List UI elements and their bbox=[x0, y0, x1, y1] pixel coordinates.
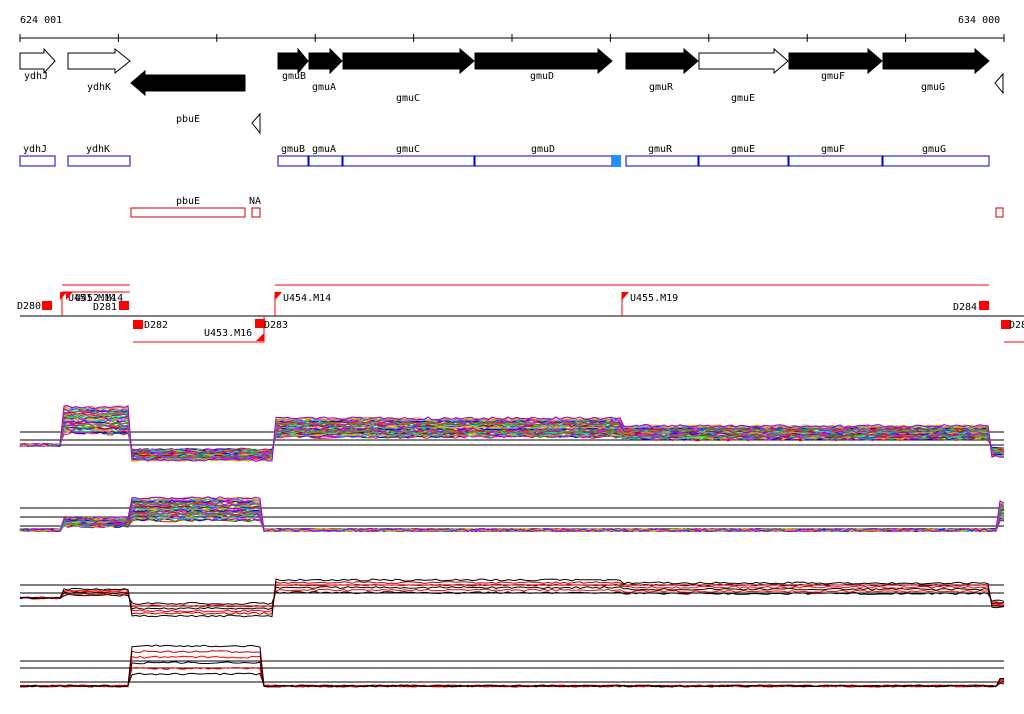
segment-D281[interactable]: D281 bbox=[93, 301, 129, 313]
cds-box-gmuC[interactable]: gmuC bbox=[342, 144, 475, 167]
gene-label-gmuD: gmuD bbox=[530, 71, 554, 82]
segment-D28[interactable]: D28 bbox=[1001, 320, 1024, 331]
svg-text:D28: D28 bbox=[1009, 320, 1024, 331]
coord-end: 634 000 bbox=[958, 15, 1000, 26]
gene-arrow-gmuE[interactable]: gmuE bbox=[698, 47, 789, 104]
svg-text:gmuB: gmuB bbox=[281, 144, 305, 155]
cds-box-gmuA[interactable]: gmuA bbox=[308, 144, 343, 167]
segmentation-track: D280 U451.M14 U452.M14 D281 D282 U453.M1… bbox=[17, 284, 1024, 343]
expression-track-3 bbox=[19, 578, 1005, 618]
gene-arrow-gmuC[interactable]: gmuC bbox=[342, 47, 475, 104]
svg-text:gmuF: gmuF bbox=[821, 144, 845, 155]
svg-text:NA: NA bbox=[249, 196, 261, 207]
cds-box-gmuF[interactable]: gmuF bbox=[788, 144, 883, 167]
segment-D283[interactable]: D283 bbox=[255, 319, 288, 331]
gene-label-ydhJ: ydhJ bbox=[24, 71, 48, 82]
svg-text:U453.M16: U453.M16 bbox=[204, 328, 252, 339]
gene-arrow-ydhK[interactable]: ydhK bbox=[67, 47, 131, 93]
expression-track-4 bbox=[19, 644, 1005, 688]
terminator-marker-icon bbox=[251, 112, 261, 135]
gene-label-gmuC: gmuC bbox=[396, 93, 420, 104]
rna-box-NA[interactable]: NA bbox=[249, 196, 261, 218]
segment-U453[interactable]: U453.M16 bbox=[204, 328, 264, 341]
cds-box-gmuR[interactable]: gmuR bbox=[625, 144, 699, 167]
expression-track-1 bbox=[19, 404, 1005, 462]
segment-U454[interactable]: U454.M14 bbox=[275, 292, 331, 304]
cds-box-gmuD[interactable]: gmuD bbox=[474, 144, 621, 167]
gene-label-ydhK: ydhK bbox=[87, 82, 111, 93]
segment-D282[interactable]: D282 bbox=[133, 320, 168, 331]
gene-arrow-gmuR[interactable]: gmuR bbox=[625, 47, 699, 93]
terminator-marker-right-icon bbox=[994, 72, 1004, 95]
gene-arrow-ydhJ[interactable]: ydhJ bbox=[19, 47, 56, 82]
gene-label-pbuE: pbuE bbox=[176, 114, 200, 125]
svg-text:pbuE: pbuE bbox=[176, 196, 200, 207]
rna-box-right[interactable] bbox=[995, 207, 1004, 218]
svg-text:gmuG: gmuG bbox=[922, 144, 946, 155]
svg-text:U455.M19: U455.M19 bbox=[630, 293, 678, 304]
svg-text:ydhK: ydhK bbox=[86, 144, 110, 155]
gene-label-gmuB: gmuB bbox=[282, 71, 306, 82]
svg-text:gmuE: gmuE bbox=[731, 144, 755, 155]
cds-marker bbox=[612, 155, 621, 167]
gene-track: ydhJ ydhK pbuE gmuB gmuA gmuC gmuD gmuR … bbox=[19, 47, 1004, 135]
segment-D284[interactable]: D284 bbox=[953, 301, 989, 313]
gene-label-gmuF: gmuF bbox=[821, 71, 845, 82]
cds-box-ydhJ[interactable]: ydhJ bbox=[19, 144, 56, 167]
gene-arrow-gmuD[interactable]: gmuD bbox=[474, 47, 613, 82]
gene-label-gmuE: gmuE bbox=[731, 93, 755, 104]
svg-text:D282: D282 bbox=[144, 320, 168, 331]
svg-text:U454.M14: U454.M14 bbox=[283, 293, 331, 304]
coordinate-ruler: 624 001 634 000 bbox=[19, 15, 1005, 42]
svg-text:gmuC: gmuC bbox=[396, 144, 420, 155]
rna-box-pbuE[interactable]: pbuE bbox=[130, 196, 246, 218]
svg-text:gmuR: gmuR bbox=[648, 144, 673, 155]
svg-text:D280: D280 bbox=[17, 301, 41, 312]
cds-box-gmuG[interactable]: gmuG bbox=[882, 144, 990, 167]
svg-text:D281: D281 bbox=[93, 302, 117, 313]
gene-arrow-pbuE[interactable]: pbuE bbox=[130, 69, 246, 125]
cds-box-gmuB[interactable]: gmuB bbox=[277, 144, 309, 167]
segment-U455[interactable]: U455.M19 bbox=[622, 292, 678, 304]
cds-box-gmuE[interactable]: gmuE bbox=[698, 144, 789, 167]
gene-label-gmuR: gmuR bbox=[649, 82, 674, 93]
genome-canvas: 624 001 634 000 ydhJ ydhK pbuE gmuB gmuA… bbox=[17, 15, 1024, 688]
expression-track-2 bbox=[19, 496, 1005, 533]
svg-text:gmuA: gmuA bbox=[312, 144, 336, 155]
cds-box-ydhK[interactable]: ydhK bbox=[67, 144, 131, 167]
svg-text:ydhJ: ydhJ bbox=[23, 144, 47, 155]
rna-track: pbuE NA bbox=[130, 196, 1004, 218]
gene-arrow-gmuF[interactable]: gmuF bbox=[788, 47, 883, 82]
segment-D280[interactable]: D280 bbox=[17, 301, 52, 312]
cds-track: ydhJ ydhK gmuB gmuA gmuC gmuD gmuR gmuE … bbox=[19, 144, 990, 167]
svg-text:D284: D284 bbox=[953, 302, 977, 313]
gene-arrow-gmuG[interactable]: gmuG bbox=[882, 47, 990, 93]
coord-start: 624 001 bbox=[20, 15, 62, 26]
gene-label-gmuA: gmuA bbox=[312, 82, 336, 93]
gene-arrow-gmuA[interactable]: gmuA bbox=[308, 47, 343, 93]
gene-label-gmuG: gmuG bbox=[921, 82, 945, 93]
svg-text:D283: D283 bbox=[264, 320, 288, 331]
genome-browser-view: 624 001 634 000 ydhJ ydhK pbuE gmuB gmuA… bbox=[0, 0, 1024, 714]
gene-arrow-gmuB[interactable]: gmuB bbox=[277, 47, 309, 82]
svg-text:gmuD: gmuD bbox=[531, 144, 555, 155]
